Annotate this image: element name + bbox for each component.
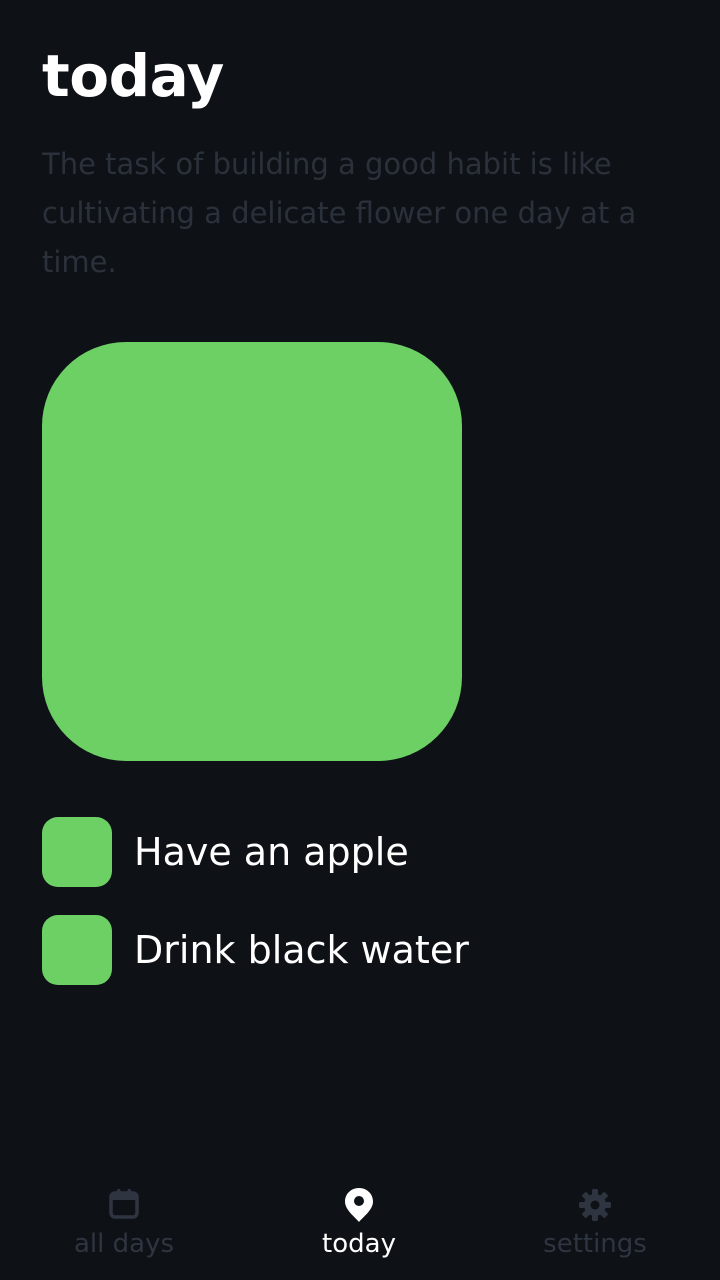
nav-label-today: today — [322, 1229, 396, 1259]
page-title: today — [42, 42, 224, 110]
today-completion-tile[interactable] — [42, 342, 462, 761]
motivational-quote: The task of building a good habit is lik… — [42, 147, 637, 279]
location-pin-icon — [340, 1186, 378, 1224]
habit-item[interactable]: Drink black water — [42, 915, 682, 985]
habit-list: Have an apple Drink black water — [42, 817, 682, 1013]
habit-checkbox[interactable] — [42, 915, 112, 985]
calendar-icon — [105, 1186, 143, 1224]
bottom-navigation: all days today settings — [0, 1176, 720, 1280]
habit-item[interactable]: Have an apple — [42, 817, 682, 887]
nav-item-today[interactable]: today — [259, 1186, 459, 1272]
habit-label: Have an apple — [134, 830, 409, 874]
habit-checkbox[interactable] — [42, 817, 112, 887]
nav-item-settings[interactable]: settings — [495, 1186, 695, 1272]
nav-label-all-days: all days — [73, 1229, 174, 1259]
nav-item-all-days[interactable]: all days — [24, 1186, 224, 1272]
gear-icon — [576, 1186, 614, 1224]
nav-label-settings: settings — [543, 1229, 647, 1259]
habit-label: Drink black water — [134, 928, 469, 972]
